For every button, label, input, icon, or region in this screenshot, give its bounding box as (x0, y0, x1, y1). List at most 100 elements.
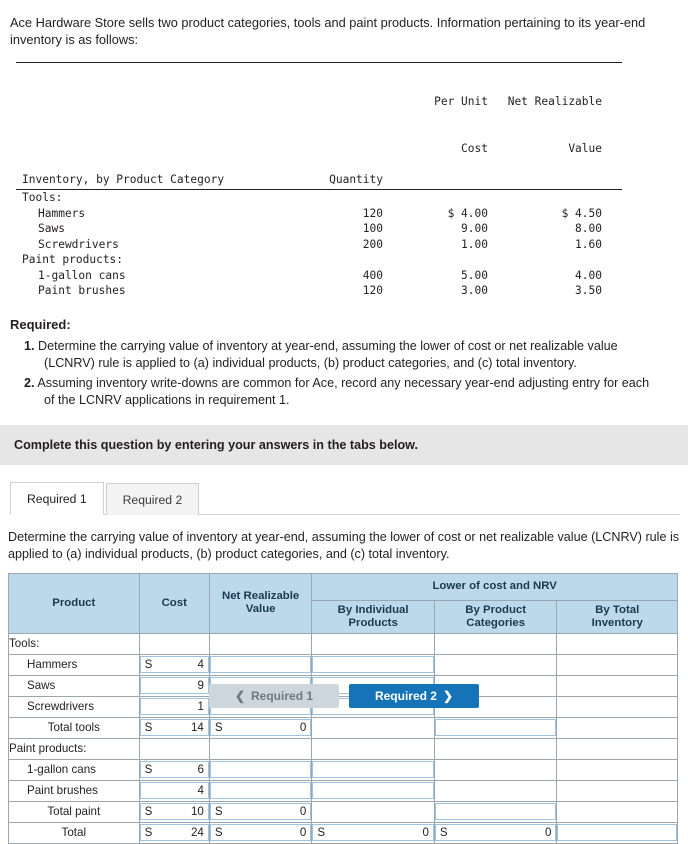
question-prompt-line2: applied to (a) individual products, (b) … (8, 546, 450, 561)
total-inventory-input[interactable] (557, 824, 677, 841)
currency-symbol: S (144, 826, 153, 839)
data-row: Paint products: (16, 252, 622, 268)
row-total-cell (556, 632, 678, 655)
individual-input[interactable] (312, 656, 434, 673)
row-nrv: 8.00 (575, 222, 602, 235)
header-category: Inventory, by Product Category (16, 62, 288, 190)
header-net-realizable-value: Net Realizable Value (502, 62, 622, 190)
row-category-cell[interactable] (433, 800, 558, 823)
row-category-cell[interactable] (433, 716, 558, 739)
nrv-value: 0 (299, 805, 307, 818)
chevron-right-icon: ❯ (442, 689, 454, 703)
row-individual-cell[interactable] (311, 653, 435, 676)
row-nrv-cell[interactable] (208, 653, 313, 676)
row-cost: 9.00 (461, 222, 488, 235)
row-label: Paint brushes (8, 779, 140, 802)
currency-symbol: S (214, 826, 223, 839)
currency-symbol: S (439, 826, 448, 839)
previous-required-button[interactable]: ❮ Required 1 (209, 684, 339, 708)
col-by-product-line2: Categories (466, 616, 526, 629)
currency-symbol: S (144, 763, 153, 776)
nrv-total: S 0 (209, 824, 312, 841)
row-cost-cell[interactable]: S 6 (138, 758, 210, 781)
col-by-individual-products: By Individual Products (311, 599, 435, 634)
row-cost-cell[interactable]: S 14 (138, 716, 210, 739)
row-nrv: 3.50 (575, 284, 602, 297)
table-row: Tools: (8, 632, 678, 655)
row-quantity: 100 (362, 222, 383, 235)
row-label: 1-gallon cans (8, 758, 140, 781)
row-total-cell (556, 737, 678, 760)
row-cost (393, 252, 502, 268)
tab-required-2[interactable]: Required 2 (105, 482, 200, 515)
row-total-cell (556, 758, 678, 781)
row-cost-cell[interactable]: S 10 (138, 800, 210, 823)
row-nrv: 1.60 (575, 237, 602, 251)
individual-input[interactable] (312, 782, 434, 799)
row-label: Saws (38, 222, 65, 235)
row-nrv-cell (208, 737, 313, 760)
nrv-input[interactable] (209, 761, 312, 778)
chevron-left-icon: ❮ (234, 689, 246, 703)
row-category-cell (433, 779, 558, 802)
cost-input[interactable]: S 4 (139, 656, 209, 673)
row-total-cell (556, 653, 678, 676)
row-category-cell (433, 737, 558, 760)
tab-required-1[interactable]: Required 1 (10, 481, 104, 515)
row-total-cell[interactable] (556, 821, 678, 844)
table-row: Total S 24 S 0 S 0 S 0 (8, 821, 678, 844)
category-input[interactable] (434, 803, 557, 820)
header-per-unit-cost-line2: Cost (461, 141, 488, 155)
row-label: Paint products: (22, 253, 124, 266)
row-nrv-cell[interactable]: S 0 (208, 800, 313, 823)
row-nrv-cell[interactable]: S 0 (208, 821, 313, 844)
row-label: Total (8, 821, 140, 844)
header-per-unit-cost-line1: Per Unit (434, 95, 488, 108)
individual-total: S 0 (312, 824, 434, 841)
category-input[interactable] (434, 719, 557, 736)
row-category-cell (433, 653, 558, 676)
row-total-cell (556, 800, 678, 823)
row-cost-cell[interactable]: S 24 (138, 821, 210, 844)
page-content: Ace Hardware Store sells two product cat… (0, 0, 688, 409)
col-by-total-inventory: By Total Inventory (556, 599, 678, 634)
nrv-input[interactable] (209, 656, 312, 673)
row-cost-cell (138, 737, 210, 760)
row-label: Hammers (38, 206, 86, 220)
row-cost-cell[interactable]: S 4 (138, 653, 210, 676)
cost-total: S 24 (139, 824, 209, 841)
required-list: 1. Determine the carrying value of inven… (24, 338, 682, 409)
required-item-1: 1. Determine the carrying value of inven… (24, 338, 682, 372)
cost-input[interactable]: S 6 (139, 761, 209, 778)
row-quantity (288, 190, 393, 206)
cost-value: 14 (190, 721, 204, 734)
col-by-product-line1: By Product (465, 603, 527, 616)
cost-total: S 14 (139, 719, 209, 736)
row-label: Paint brushes (38, 284, 126, 297)
currency-symbol: S (214, 721, 223, 734)
row-nrv-cell[interactable]: S 0 (208, 716, 313, 739)
row-individual-cell (311, 716, 435, 739)
cost-value: 10 (190, 805, 204, 818)
row-category-cell[interactable]: S 0 (433, 821, 558, 844)
table-row: Paint products: (8, 737, 678, 760)
row-cost: 5.00 (461, 268, 488, 282)
row-nrv-cell[interactable] (208, 758, 313, 781)
row-individual-cell[interactable] (311, 758, 435, 781)
row-individual-cell[interactable]: S 0 (311, 821, 435, 844)
required-item-1-line1: Determine the carrying value of inventor… (38, 338, 618, 353)
nrv-input[interactable] (209, 782, 312, 799)
row-nrv: $ 4.50 (561, 206, 602, 220)
row-nrv-cell[interactable] (208, 779, 313, 802)
cost-value: 4 (197, 658, 204, 671)
next-required-button[interactable]: Required 2 ❯ (349, 684, 479, 708)
row-nrv: 4.00 (575, 268, 602, 282)
row-individual-cell[interactable] (311, 779, 435, 802)
row-cost-cell[interactable]: 4 (138, 779, 210, 802)
cost-input[interactable]: 4 (139, 782, 209, 799)
nrv-value: 0 (299, 826, 307, 839)
next-button-label: Required 2 (374, 689, 437, 703)
col-group-lower-of-cost-and-nrv: Lower of cost and NRV (311, 572, 678, 601)
individual-input[interactable] (312, 761, 434, 778)
row-quantity: 120 (362, 206, 383, 220)
